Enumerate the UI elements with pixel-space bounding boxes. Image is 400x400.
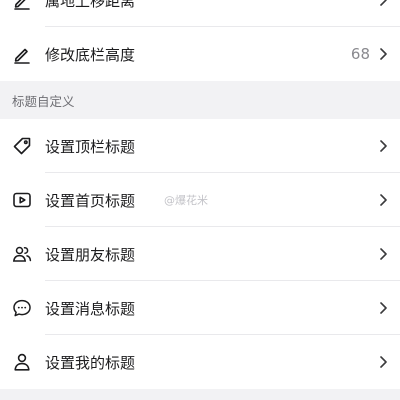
tag-icon xyxy=(12,136,32,156)
set-top-bar-title-row[interactable]: 设置顶栏标题 xyxy=(0,119,400,173)
location-offset-row[interactable]: 属地上移距离 xyxy=(0,0,400,27)
bottom-bar-height-value: 68 xyxy=(350,45,370,63)
settings-screen: 属地上移距离 修改底栏高度 68 标题自定义 设置顶栏标题 设置首页标题 设置朋… xyxy=(0,0,400,400)
set-friends-title-row[interactable]: 设置朋友标题 xyxy=(0,227,400,281)
chevron-right-icon xyxy=(378,193,388,207)
set-home-title-label: 设置首页标题 xyxy=(45,191,136,210)
set-friends-title-label: 设置朋友标题 xyxy=(45,245,136,264)
bottom-bar-height-row[interactable]: 修改底栏高度 68 xyxy=(0,27,400,81)
friends-icon xyxy=(12,244,32,264)
chevron-right-icon xyxy=(378,355,388,369)
set-home-title-row[interactable]: 设置首页标题 xyxy=(0,173,400,227)
bottom-bar-height-label: 修改底栏高度 xyxy=(45,45,136,64)
play-square-icon xyxy=(12,190,32,210)
message-bubble-icon xyxy=(12,298,32,318)
title-custom-section-header: 标题自定义 xyxy=(0,81,400,119)
set-message-title-row[interactable]: 设置消息标题 xyxy=(0,281,400,335)
chevron-right-icon xyxy=(378,139,388,153)
set-message-title-label: 设置消息标题 xyxy=(45,299,136,318)
set-me-title-label: 设置我的标题 xyxy=(45,353,136,372)
bottom-bar-settings-group: 属地上移距离 修改底栏高度 68 xyxy=(0,0,400,81)
set-me-title-row[interactable]: 设置我的标题 xyxy=(0,335,400,389)
set-top-bar-title-label: 设置顶栏标题 xyxy=(45,137,136,156)
chevron-right-icon xyxy=(378,47,388,61)
location-offset-label: 属地上移距离 xyxy=(45,0,136,10)
pencil-icon xyxy=(12,44,32,64)
chevron-right-icon xyxy=(378,247,388,261)
pencil-icon xyxy=(12,0,32,10)
title-custom-group: 设置顶栏标题 设置首页标题 设置朋友标题 设置消息标题 设置我的标题 xyxy=(0,119,400,389)
chevron-right-icon xyxy=(378,301,388,315)
person-icon xyxy=(12,352,32,372)
chevron-right-icon xyxy=(378,0,388,7)
